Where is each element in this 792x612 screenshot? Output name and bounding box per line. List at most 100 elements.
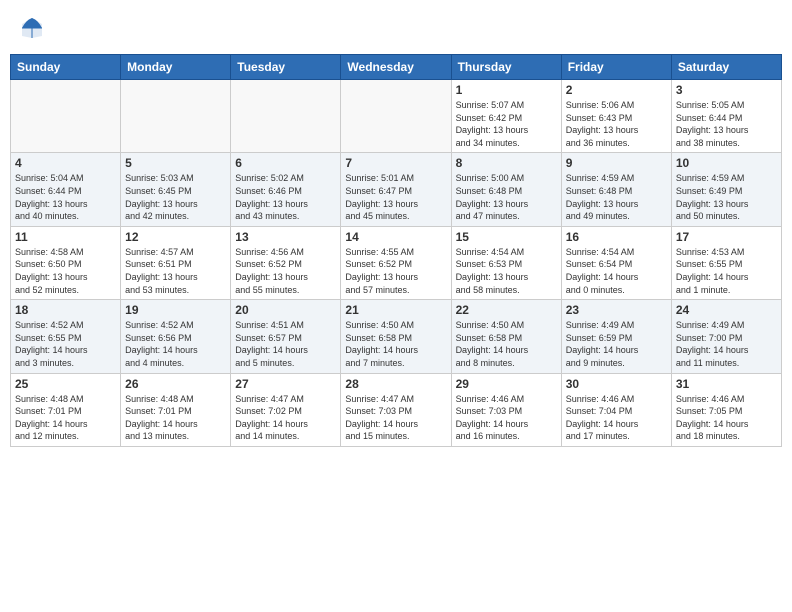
day-number: 3 [676,83,777,97]
calendar-cell: 12 Sunrise: 4:57 AM Sunset: 6:51 PM Dayli… [121,226,231,299]
weekday-header-wednesday: Wednesday [341,55,451,80]
calendar-cell: 4 Sunrise: 5:04 AM Sunset: 6:44 PM Daylig… [11,153,121,226]
calendar-cell: 17 Sunrise: 4:53 AM Sunset: 6:55 PM Dayli… [671,226,781,299]
day-info: Sunrise: 4:57 AM Sunset: 6:51 PM Dayligh… [125,246,226,296]
day-info: Sunrise: 4:59 AM Sunset: 6:48 PM Dayligh… [566,172,667,222]
day-info: Sunrise: 4:52 AM Sunset: 6:56 PM Dayligh… [125,319,226,369]
calendar-cell: 9 Sunrise: 4:59 AM Sunset: 6:48 PM Daylig… [561,153,671,226]
day-info: Sunrise: 5:07 AM Sunset: 6:42 PM Dayligh… [456,99,557,149]
calendar-cell: 3 Sunrise: 5:05 AM Sunset: 6:44 PM Daylig… [671,80,781,153]
day-info: Sunrise: 4:46 AM Sunset: 7:05 PM Dayligh… [676,393,777,443]
calendar-cell [11,80,121,153]
day-info: Sunrise: 4:51 AM Sunset: 6:57 PM Dayligh… [235,319,336,369]
day-number: 5 [125,156,226,170]
day-info: Sunrise: 5:04 AM Sunset: 6:44 PM Dayligh… [15,172,116,222]
day-number: 15 [456,230,557,244]
calendar-cell: 8 Sunrise: 5:00 AM Sunset: 6:48 PM Daylig… [451,153,561,226]
day-number: 14 [345,230,446,244]
day-number: 23 [566,303,667,317]
day-number: 22 [456,303,557,317]
day-info: Sunrise: 4:47 AM Sunset: 7:02 PM Dayligh… [235,393,336,443]
day-info: Sunrise: 5:00 AM Sunset: 6:48 PM Dayligh… [456,172,557,222]
day-info: Sunrise: 4:52 AM Sunset: 6:55 PM Dayligh… [15,319,116,369]
day-info: Sunrise: 4:53 AM Sunset: 6:55 PM Dayligh… [676,246,777,296]
day-number: 25 [15,377,116,391]
calendar-cell: 19Sunrise: 4:52 AM Sunset: 6:56 PM Dayli… [121,300,231,373]
calendar-cell: 25 Sunrise: 4:48 AM Sunset: 7:01 PM Dayli… [11,373,121,446]
day-number: 17 [676,230,777,244]
day-info: Sunrise: 4:48 AM Sunset: 7:01 PM Dayligh… [15,393,116,443]
day-info: Sunrise: 4:56 AM Sunset: 6:52 PM Dayligh… [235,246,336,296]
calendar-cell: 20 Sunrise: 4:51 AM Sunset: 6:57 PM Dayli… [231,300,341,373]
calendar-cell: 6 Sunrise: 5:02 AM Sunset: 6:46 PM Daylig… [231,153,341,226]
calendar-cell: 1 Sunrise: 5:07 AM Sunset: 6:42 PM Daylig… [451,80,561,153]
day-number: 12 [125,230,226,244]
day-info: Sunrise: 4:48 AM Sunset: 7:01 PM Dayligh… [125,393,226,443]
calendar-cell: 27 Sunrise: 4:47 AM Sunset: 7:02 PM Dayli… [231,373,341,446]
day-info: Sunrise: 5:06 AM Sunset: 6:43 PM Dayligh… [566,99,667,149]
calendar-cell: 2Sunrise: 5:06 AM Sunset: 6:43 PM Daylig… [561,80,671,153]
page-header [10,10,782,46]
day-info: Sunrise: 5:02 AM Sunset: 6:46 PM Dayligh… [235,172,336,222]
day-info: Sunrise: 5:01 AM Sunset: 6:47 PM Dayligh… [345,172,446,222]
day-info: Sunrise: 4:47 AM Sunset: 7:03 PM Dayligh… [345,393,446,443]
day-number: 20 [235,303,336,317]
weekday-header-friday: Friday [561,55,671,80]
calendar-cell: 26Sunrise: 4:48 AM Sunset: 7:01 PM Dayli… [121,373,231,446]
calendar-cell [121,80,231,153]
weekday-header-tuesday: Tuesday [231,55,341,80]
weekday-header-thursday: Thursday [451,55,561,80]
calendar-cell: 16Sunrise: 4:54 AM Sunset: 6:54 PM Dayli… [561,226,671,299]
day-number: 24 [676,303,777,317]
day-number: 9 [566,156,667,170]
day-number: 30 [566,377,667,391]
day-info: Sunrise: 4:54 AM Sunset: 6:53 PM Dayligh… [456,246,557,296]
calendar-cell: 10Sunrise: 4:59 AM Sunset: 6:49 PM Dayli… [671,153,781,226]
calendar-cell: 30 Sunrise: 4:46 AM Sunset: 7:04 PM Dayli… [561,373,671,446]
weekday-header-saturday: Saturday [671,55,781,80]
logo [18,14,48,42]
day-number: 4 [15,156,116,170]
calendar-cell: 7 Sunrise: 5:01 AM Sunset: 6:47 PM Daylig… [341,153,451,226]
day-info: Sunrise: 5:05 AM Sunset: 6:44 PM Dayligh… [676,99,777,149]
calendar-week-row-2: 4 Sunrise: 5:04 AM Sunset: 6:44 PM Daylig… [11,153,782,226]
calendar-cell: 11Sunrise: 4:58 AM Sunset: 6:50 PM Dayli… [11,226,121,299]
calendar-cell: 15 Sunrise: 4:54 AM Sunset: 6:53 PM Dayli… [451,226,561,299]
day-info: Sunrise: 4:59 AM Sunset: 6:49 PM Dayligh… [676,172,777,222]
calendar-table: SundayMondayTuesdayWednesdayThursdayFrid… [10,54,782,447]
calendar-week-row-1: 1 Sunrise: 5:07 AM Sunset: 6:42 PM Daylig… [11,80,782,153]
calendar-cell: 5 Sunrise: 5:03 AM Sunset: 6:45 PM Daylig… [121,153,231,226]
calendar-week-row-5: 25 Sunrise: 4:48 AM Sunset: 7:01 PM Dayli… [11,373,782,446]
day-number: 7 [345,156,446,170]
day-number: 28 [345,377,446,391]
calendar-cell: 31 Sunrise: 4:46 AM Sunset: 7:05 PM Dayli… [671,373,781,446]
day-number: 6 [235,156,336,170]
calendar-cell: 13 Sunrise: 4:56 AM Sunset: 6:52 PM Dayli… [231,226,341,299]
calendar-cell: 14 Sunrise: 4:55 AM Sunset: 6:52 PM Dayli… [341,226,451,299]
day-info: Sunrise: 4:50 AM Sunset: 6:58 PM Dayligh… [345,319,446,369]
calendar-week-row-3: 11Sunrise: 4:58 AM Sunset: 6:50 PM Dayli… [11,226,782,299]
calendar-cell: 24 Sunrise: 4:49 AM Sunset: 7:00 PM Dayli… [671,300,781,373]
day-info: Sunrise: 4:49 AM Sunset: 6:59 PM Dayligh… [566,319,667,369]
calendar-cell: 18 Sunrise: 4:52 AM Sunset: 6:55 PM Dayli… [11,300,121,373]
weekday-header-monday: Monday [121,55,231,80]
calendar-cell: 21 Sunrise: 4:50 AM Sunset: 6:58 PM Dayli… [341,300,451,373]
day-number: 31 [676,377,777,391]
day-number: 1 [456,83,557,97]
day-number: 8 [456,156,557,170]
calendar-cell: 28 Sunrise: 4:47 AM Sunset: 7:03 PM Dayli… [341,373,451,446]
calendar-week-row-4: 18 Sunrise: 4:52 AM Sunset: 6:55 PM Dayli… [11,300,782,373]
day-number: 18 [15,303,116,317]
calendar-cell [231,80,341,153]
weekday-header-sunday: Sunday [11,55,121,80]
day-number: 13 [235,230,336,244]
day-info: Sunrise: 4:46 AM Sunset: 7:04 PM Dayligh… [566,393,667,443]
day-info: Sunrise: 4:55 AM Sunset: 6:52 PM Dayligh… [345,246,446,296]
day-number: 27 [235,377,336,391]
day-info: Sunrise: 4:46 AM Sunset: 7:03 PM Dayligh… [456,393,557,443]
day-info: Sunrise: 4:49 AM Sunset: 7:00 PM Dayligh… [676,319,777,369]
day-number: 21 [345,303,446,317]
logo-icon [18,14,46,42]
calendar-cell: 22Sunrise: 4:50 AM Sunset: 6:58 PM Dayli… [451,300,561,373]
day-info: Sunrise: 5:03 AM Sunset: 6:45 PM Dayligh… [125,172,226,222]
